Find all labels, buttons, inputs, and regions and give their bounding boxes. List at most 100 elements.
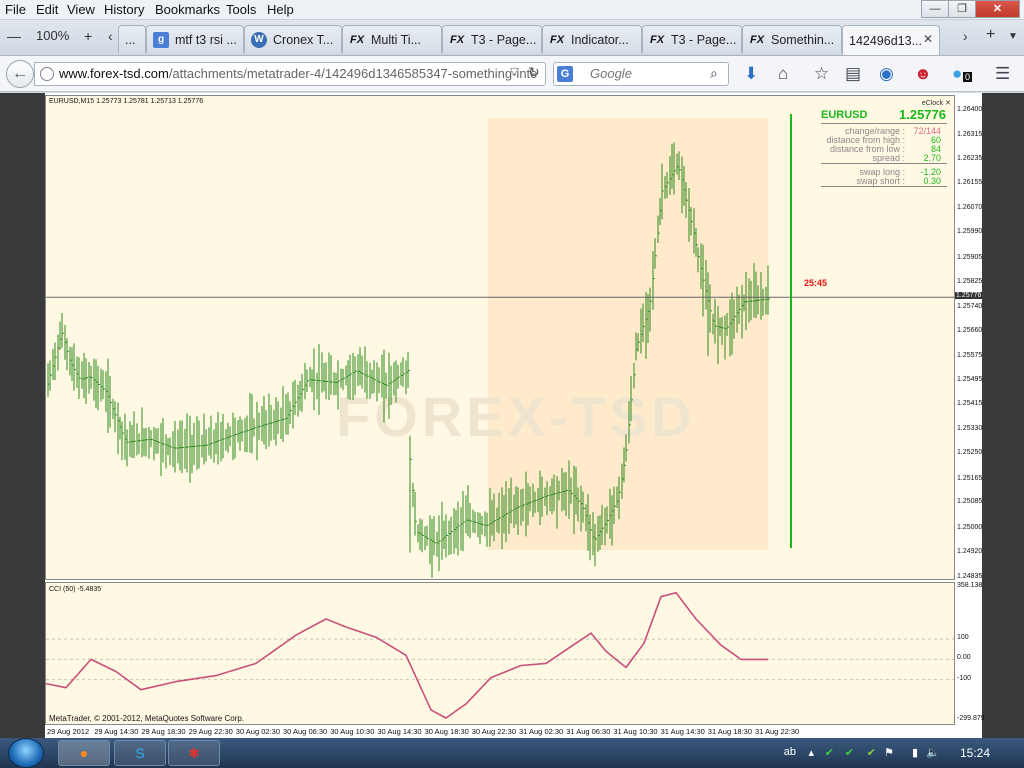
price-tick-label: 1.26155 [957, 179, 983, 187]
menu-tools[interactable]: Tools [226, 2, 256, 17]
flag-icon[interactable]: ⚑ [884, 746, 894, 759]
bookmark-star-icon[interactable]: ☆ [814, 64, 829, 84]
search-engine-icon[interactable]: G [557, 66, 573, 82]
tab-7[interactable]: FX Somethin... [742, 25, 842, 53]
app-taskbar-icon[interactable]: ✱ [168, 740, 220, 766]
zoom-level[interactable]: 100% [36, 28, 69, 43]
scroll-tabs-left-icon[interactable]: ‹ [108, 28, 113, 44]
price-tick-label: 1.26235 [957, 155, 983, 163]
bar-timer: 25:45 [804, 278, 828, 288]
watermark: FOREX-TSD [336, 385, 696, 448]
network-icon[interactable]: ▮ [912, 746, 918, 759]
price-tick-label: 1.25165 [957, 474, 983, 482]
start-button[interactable] [8, 738, 44, 768]
tab-list-icon[interactable]: ▼ [1008, 31, 1018, 42]
time-tick-label: 30 Aug 10:30 [330, 727, 375, 736]
home-icon[interactable]: ⌂ [778, 64, 788, 84]
eclock-pair: EURUSD [821, 109, 868, 121]
menu-file[interactable]: File [5, 2, 26, 17]
security-icon[interactable]: ✔ [867, 746, 876, 759]
tab-3[interactable]: FX Multi Ti... [342, 25, 442, 53]
sync-icon[interactable]: ✔ [845, 746, 854, 759]
time-tick-label: 30 Aug 14:30 [377, 727, 422, 736]
restore-button[interactable]: ❐ [948, 0, 976, 18]
session-highlight [488, 118, 768, 550]
time-tick-label: 31 Aug 06:30 [566, 727, 611, 736]
cci-tick-label: -299.879 [957, 715, 985, 722]
tab-0[interactable]: ... [118, 25, 146, 53]
skype-taskbar-icon[interactable]: S [114, 740, 166, 766]
copyright-text: MetaTrader, © 2001-2012, MetaQuotes Soft… [49, 714, 245, 723]
price-tick-label: 1.26315 [957, 131, 983, 139]
forex-tsd-icon: FX [649, 33, 665, 46]
eclock-panel: eClock ✕ EURUSD 1.25776 change/range :72… [819, 99, 954, 189]
tab-8-active[interactable]: 142496d13... ✕ [842, 25, 940, 55]
eclock-row: swap short :0.30 [856, 176, 941, 186]
symbol-info: EURUSD,M15 1.25773 1.25781 1.25713 1.257… [49, 98, 204, 105]
chart-screenshot: FOREX-TSD EURUSD,M15 1.25773 1.25781 1.2… [0, 93, 1024, 738]
tab-label: Multi Ti... [371, 32, 422, 47]
cci-scale: 358.138 100 0.00 -100 -299.879 [955, 582, 985, 725]
bookmarks-menu-icon[interactable]: ▤ [845, 64, 861, 84]
price-tick-label: 1.25905 [957, 253, 983, 261]
eclock-row: spread :2.70 [872, 153, 941, 163]
divider [821, 123, 947, 124]
navigation-bar: ← www.forex-tsd.com/attachments/metatrad… [0, 56, 1024, 92]
time-tick-label: 30 Aug 18:30 [424, 727, 469, 736]
menu-bookmarks[interactable]: Bookmarks [155, 2, 220, 17]
zoom-out-icon[interactable]: — [7, 28, 21, 44]
back-button[interactable]: ← [6, 60, 34, 88]
firefox-taskbar-icon[interactable]: ● [58, 740, 110, 766]
time-tick-label: 29 Aug 22:30 [188, 727, 233, 736]
eclock-row: distance from high :60 [826, 135, 941, 145]
menu-history[interactable]: History [104, 2, 144, 17]
tab-4[interactable]: FX T3 - Page... [442, 25, 542, 53]
left-margin [0, 93, 45, 738]
check-icon[interactable]: ✔ [825, 746, 834, 759]
chevron-up-icon[interactable]: ▴ [808, 746, 814, 759]
close-window-button[interactable]: ✕ [975, 0, 1020, 18]
time-tick-label: 31 Aug 10:30 [613, 727, 658, 736]
price-tick-label: 1.25085 [957, 498, 983, 506]
addon-face-icon[interactable]: ☻ [914, 64, 932, 84]
price-tick-label: 1.25660 [957, 326, 983, 334]
url-bar[interactable]: www.forex-tsd.com/attachments/metatrader… [34, 62, 546, 86]
tab-5[interactable]: FX Indicator... [542, 25, 642, 53]
eclock-title: eClock ✕ [921, 100, 951, 107]
price-tick-label: 1.25575 [957, 352, 983, 360]
volume-icon[interactable]: 🔈 [926, 746, 940, 759]
reload-icon[interactable]: ↻ [528, 64, 540, 81]
scroll-tabs-right-icon[interactable]: › [963, 28, 968, 44]
menu-view[interactable]: View [67, 2, 95, 17]
site-identity-icon[interactable] [40, 67, 54, 81]
menu-help[interactable]: Help [267, 2, 294, 17]
cci-line [46, 591, 768, 719]
tab-1[interactable]: g mtf t3 rsi ... [146, 25, 244, 53]
clock[interactable]: 15:24 [960, 746, 990, 760]
url-history-icon[interactable]: ▽ [510, 65, 518, 78]
price-tick-label: 1.25825 [957, 277, 983, 285]
keyboard-icon[interactable]: ab [784, 746, 796, 758]
addon-badge-icon[interactable]: ● [952, 64, 962, 84]
price-chart: FOREX-TSD EURUSD,M15 1.25773 1.25781 1.2… [45, 95, 955, 580]
forex-tsd-icon: FX [349, 33, 365, 46]
time-tick-label: 30 Aug 06:30 [283, 727, 328, 736]
tab-label: Indicator... [571, 32, 629, 47]
search-icon[interactable]: ⌕ [710, 65, 718, 82]
menu-edit[interactable]: Edit [36, 2, 58, 17]
download-icon[interactable]: ⬇ [744, 64, 758, 84]
new-tab-icon[interactable]: + [986, 26, 995, 44]
menu-icon[interactable]: ☰ [995, 64, 1010, 84]
divider [821, 186, 947, 187]
close-tab-icon[interactable]: ✕ [923, 32, 933, 46]
addon-icon[interactable]: ◉ [879, 64, 894, 84]
zoom-in-icon[interactable]: + [84, 28, 92, 44]
menu-bar: File Edit View History Bookmarks Tools H… [0, 0, 1024, 20]
tab-6[interactable]: FX T3 - Page... [642, 25, 742, 53]
eclock-row: change/range :72/144 [844, 126, 941, 136]
url-path: /attachments/metatrader-4/142496d1346585… [168, 66, 538, 81]
taskbar: ● S ✱ ab ▴ ✔ ✔ ✔ ⚑ ▮ 🔈 15:24 [0, 738, 1024, 768]
minimize-button[interactable]: — [921, 0, 949, 18]
search-input[interactable]: Google [553, 62, 729, 86]
tab-2[interactable]: W Cronex T... [244, 25, 342, 53]
